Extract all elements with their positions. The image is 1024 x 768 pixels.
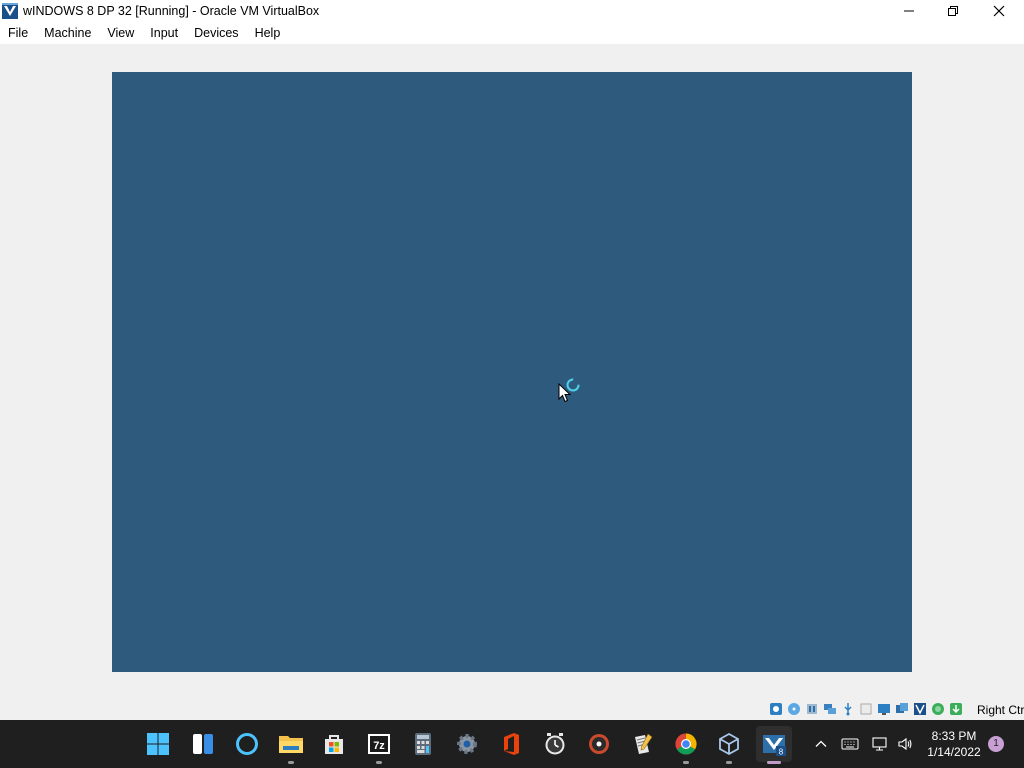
7zip-icon: 7z bbox=[368, 734, 390, 754]
keyboard-capture-icon[interactable] bbox=[948, 701, 964, 717]
display-icon[interactable] bbox=[876, 701, 892, 717]
menu-file[interactable]: File bbox=[0, 22, 36, 44]
widgets-button[interactable] bbox=[185, 726, 221, 762]
running-indicator bbox=[683, 761, 689, 764]
network-wired-icon bbox=[872, 737, 887, 751]
menu-machine[interactable]: Machine bbox=[36, 22, 99, 44]
cortana-button[interactable] bbox=[229, 726, 265, 762]
chevron-up-icon bbox=[815, 740, 827, 747]
audio-icon[interactable] bbox=[804, 701, 820, 717]
touch-keyboard-button[interactable] bbox=[836, 726, 864, 762]
clock-button[interactable]: 8:33 PM 1/14/2022 bbox=[922, 728, 986, 760]
media-player-button[interactable] bbox=[581, 726, 617, 762]
shared-folders-icon[interactable] bbox=[858, 701, 874, 717]
menu-bar: File Machine View Input Devices Help bbox=[0, 22, 1024, 44]
minimize-button[interactable] bbox=[886, 0, 932, 22]
clock-app-icon bbox=[545, 733, 565, 755]
cortana-icon bbox=[236, 733, 258, 755]
close-icon bbox=[993, 5, 1005, 17]
7zip-button[interactable]: 7z bbox=[361, 726, 397, 764]
optical-drive-icon[interactable] bbox=[786, 701, 802, 717]
calculator-icon bbox=[415, 733, 431, 755]
virtualization-icon[interactable] bbox=[912, 701, 928, 717]
close-button[interactable] bbox=[976, 0, 1022, 22]
start-icon bbox=[147, 733, 169, 755]
network-icon[interactable] bbox=[822, 701, 838, 717]
virtualbox-vm-button[interactable]: 8 bbox=[756, 726, 792, 764]
media-player-icon bbox=[589, 734, 609, 754]
menu-view[interactable]: View bbox=[99, 22, 142, 44]
restore-button[interactable] bbox=[930, 0, 976, 22]
microsoft-store-icon bbox=[325, 735, 343, 754]
network-button[interactable] bbox=[866, 726, 894, 762]
virtualbox-manager-button[interactable] bbox=[711, 726, 747, 764]
hard-disk-icon[interactable] bbox=[768, 701, 784, 717]
running-indicator bbox=[288, 761, 294, 764]
file-explorer-button[interactable] bbox=[273, 726, 309, 764]
office-icon bbox=[504, 733, 519, 755]
running-indicator bbox=[376, 761, 382, 764]
touch-keyboard-icon bbox=[841, 738, 859, 750]
menu-input[interactable]: Input bbox=[142, 22, 186, 44]
running-indicator bbox=[726, 761, 732, 764]
mouse-integration-icon[interactable] bbox=[930, 701, 946, 717]
mouse-pointer-icon bbox=[558, 383, 572, 403]
virtualbox-icon[interactable] bbox=[2, 3, 18, 19]
virtualbox-window: wINDOWS 8 DP 32 [Running] - Oracle VM Vi… bbox=[0, 0, 1024, 720]
host-key-label: Right Ctrl bbox=[977, 703, 1024, 717]
menu-help[interactable]: Help bbox=[247, 22, 289, 44]
clock-time: 8:33 PM bbox=[931, 729, 977, 743]
file-explorer-icon bbox=[279, 736, 303, 753]
settings-button[interactable] bbox=[449, 726, 485, 762]
minimize-icon bbox=[904, 10, 914, 12]
clock-app-button[interactable] bbox=[537, 726, 573, 762]
clock-date: 1/14/2022 bbox=[927, 745, 981, 759]
chrome-icon bbox=[675, 733, 697, 755]
title-bar[interactable]: wINDOWS 8 DP 32 [Running] - Oracle VM Vi… bbox=[0, 0, 1024, 22]
chrome-button[interactable] bbox=[668, 726, 704, 764]
office-button[interactable] bbox=[493, 726, 529, 762]
restore-icon bbox=[948, 6, 958, 16]
microsoft-store-button[interactable] bbox=[316, 726, 352, 762]
volume-button[interactable] bbox=[892, 726, 918, 762]
show-hidden-icons-button[interactable] bbox=[806, 726, 836, 762]
start-button[interactable] bbox=[140, 726, 176, 762]
notification-badge[interactable]: 1 bbox=[988, 736, 1004, 752]
window-title: wINDOWS 8 DP 32 [Running] - Oracle VM Vi… bbox=[23, 4, 320, 18]
widgets-icon bbox=[193, 734, 213, 754]
status-bar: Right Ctrl bbox=[0, 698, 1024, 720]
notepad-icon bbox=[635, 733, 653, 754]
virtualbox-vm-icon: 8 bbox=[763, 735, 786, 757]
vm-display[interactable] bbox=[112, 72, 912, 672]
taskbar: 7z 8 8:33 PM 1/14/2022 bbox=[0, 720, 1024, 768]
video-capture-icon[interactable] bbox=[894, 701, 910, 717]
notepad-button[interactable] bbox=[625, 726, 661, 762]
svg-text:8: 8 bbox=[779, 748, 784, 757]
svg-text:7z: 7z bbox=[373, 740, 385, 752]
virtualbox-manager-icon bbox=[719, 732, 739, 756]
active-indicator bbox=[767, 761, 781, 764]
usb-icon[interactable] bbox=[840, 701, 856, 717]
calculator-button[interactable] bbox=[405, 726, 441, 762]
settings-icon bbox=[457, 734, 477, 754]
menu-devices[interactable]: Devices bbox=[186, 22, 246, 44]
speaker-icon bbox=[898, 737, 912, 751]
